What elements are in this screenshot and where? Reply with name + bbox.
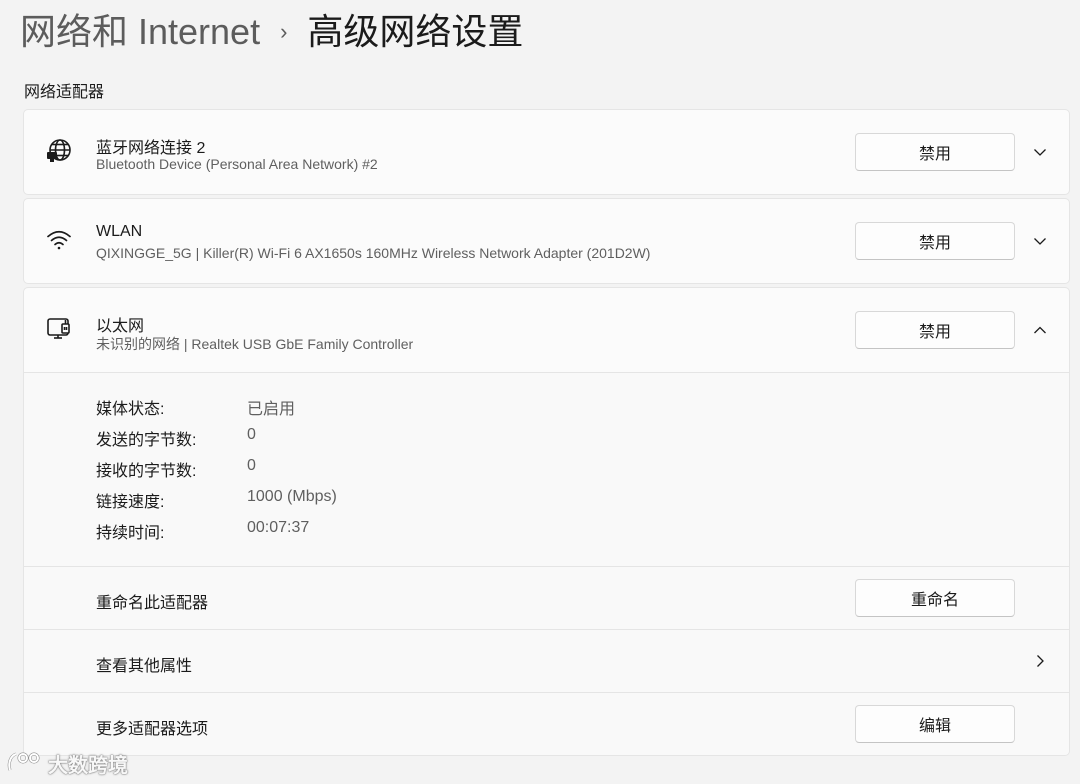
adapter-name: 以太网 xyxy=(96,318,145,335)
detail-value: 0 xyxy=(247,426,256,443)
section-title-network-adapters: 网络适配器 xyxy=(24,84,105,101)
adapter-card-wlan: WLAN QIXINGGE_5G | Killer(R) Wi-Fi 6 AX1… xyxy=(23,198,1070,284)
adapter-name: 蓝牙网络连接 2 xyxy=(96,140,206,157)
adapter-header-bluetooth[interactable]: 蓝牙网络连接 2 Bluetooth Device (Personal Area… xyxy=(24,110,1069,194)
disable-button[interactable]: 禁用 xyxy=(855,133,1015,171)
detail-label: 链接速度: xyxy=(96,494,165,511)
disable-button[interactable]: 禁用 xyxy=(855,311,1015,349)
detail-value: 0 xyxy=(247,457,256,474)
adapter-details-panel: 媒体状态: 已启用 发送的字节数: 0 接收的字节数: 0 链接速度: 1000… xyxy=(24,372,1069,566)
breadcrumb-parent-link[interactable]: 网络和 Internet xyxy=(20,8,260,56)
disable-button[interactable]: 禁用 xyxy=(855,222,1015,260)
detail-label: 媒体状态: xyxy=(96,401,165,418)
rename-adapter-row: 重命名此适配器 重命名 xyxy=(24,566,1069,629)
detail-row-bytes-received: 接收的字节数: 0 xyxy=(96,457,256,480)
detail-label: 发送的字节数: xyxy=(96,432,197,449)
watermark: 大数跨境 xyxy=(6,746,128,780)
adapter-description: 未识别的网络 | Realtek USB GbE Family Controll… xyxy=(96,336,414,352)
adapter-description: Bluetooth Device (Personal Area Network)… xyxy=(96,156,378,172)
action-label: 重命名此适配器 xyxy=(96,595,209,612)
edit-button[interactable]: 编辑 xyxy=(855,705,1015,743)
chevron-down-icon[interactable] xyxy=(1028,140,1052,164)
action-label: 查看其他属性 xyxy=(96,658,193,675)
watermark-logo-icon xyxy=(7,752,40,771)
detail-row-bytes-sent: 发送的字节数: 0 xyxy=(96,426,256,449)
adapter-name: WLAN xyxy=(96,223,143,240)
detail-label: 持续时间: xyxy=(96,525,165,542)
wifi-icon xyxy=(44,225,74,255)
chevron-right-icon xyxy=(1028,649,1052,673)
ethernet-icon xyxy=(44,314,74,344)
detail-value: 已启用 xyxy=(247,401,296,418)
view-more-properties-row[interactable]: 查看其他属性 xyxy=(24,629,1069,692)
adapter-card-bluetooth: 蓝牙网络连接 2 Bluetooth Device (Personal Area… xyxy=(23,109,1070,195)
watermark-text: 大数跨境 xyxy=(48,754,128,777)
adapter-header-wlan[interactable]: WLAN QIXINGGE_5G | Killer(R) Wi-Fi 6 AX1… xyxy=(24,199,1069,283)
chevron-up-icon[interactable] xyxy=(1028,318,1052,342)
chevron-down-icon[interactable] xyxy=(1028,229,1052,253)
detail-label: 接收的字节数: xyxy=(96,463,197,480)
rename-button[interactable]: 重命名 xyxy=(855,579,1015,617)
detail-row-media-state: 媒体状态: 已启用 xyxy=(96,395,296,418)
globe-network-icon xyxy=(44,136,74,166)
detail-value: 00:07:37 xyxy=(247,519,310,536)
breadcrumb: 网络和 Internet › 高级网络设置 xyxy=(20,8,523,56)
adapter-header-ethernet[interactable]: 以太网 未识别的网络 | Realtek USB GbE Family Cont… xyxy=(24,288,1069,372)
action-label: 更多适配器选项 xyxy=(96,721,209,738)
adapter-card-ethernet: 以太网 未识别的网络 | Realtek USB GbE Family Cont… xyxy=(23,287,1070,756)
breadcrumb-separator-icon: › xyxy=(280,19,288,44)
detail-row-link-speed: 链接速度: 1000 (Mbps) xyxy=(96,488,337,511)
detail-row-duration: 持续时间: 00:07:37 xyxy=(96,519,310,542)
more-adapter-options-row: 更多适配器选项 编辑 xyxy=(24,692,1069,755)
adapter-description: QIXINGGE_5G | Killer(R) Wi-Fi 6 AX1650s … xyxy=(96,245,651,261)
page-title: 高级网络设置 xyxy=(307,11,524,52)
detail-value: 1000 (Mbps) xyxy=(247,488,337,505)
